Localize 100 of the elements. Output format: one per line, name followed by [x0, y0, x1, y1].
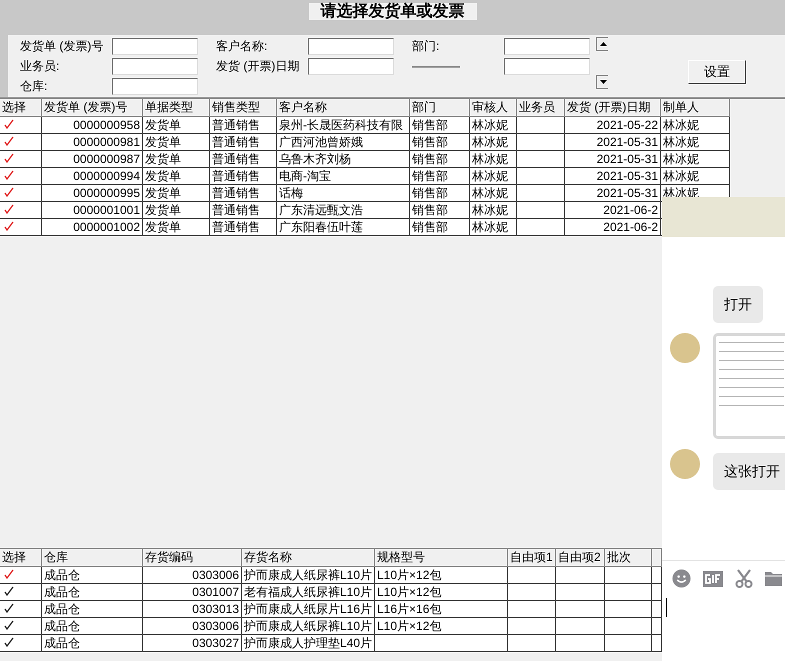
input-field[interactable]	[308, 58, 394, 75]
table-cell: 林冰妮	[661, 151, 730, 168]
up-arrow-icon	[600, 42, 607, 46]
table-cell: 泉州-长晟医药科技有限	[277, 117, 410, 134]
table-cell: 林冰妮	[470, 219, 517, 236]
smiley-icon[interactable]	[672, 569, 691, 588]
text-cursor-icon	[666, 598, 667, 617]
table-cell: 0303006	[143, 567, 242, 584]
table-cell: 林冰妮	[470, 185, 517, 202]
table-cell: 2021-05-31	[565, 151, 661, 168]
table-cell: 0000000958	[42, 117, 143, 134]
checkmark-icon[interactable]	[4, 586, 14, 596]
table-cell	[605, 584, 652, 601]
table-cell: 0303027	[143, 635, 242, 652]
input-field[interactable]	[504, 38, 590, 55]
input-field[interactable]	[112, 58, 198, 75]
table-cell: L16片×16包	[375, 601, 508, 618]
table-cell: 林冰妮	[470, 117, 517, 134]
table-cell: 发货单	[143, 185, 210, 202]
input-field[interactable]	[112, 38, 198, 55]
table-cell: 广西河池曾娇娥	[277, 134, 410, 151]
checkmark-icon[interactable]	[4, 221, 14, 231]
table-cell: 普通销售	[210, 202, 277, 219]
input-field[interactable]	[112, 78, 198, 95]
table-cell: 0000001001	[42, 202, 143, 219]
table-cell: 0000001002	[42, 219, 143, 236]
table-cell: 护而康成人纸尿裤L10片	[242, 567, 375, 584]
checkmark-icon[interactable]	[4, 119, 14, 129]
field-label: 业务员:	[20, 58, 60, 75]
table-cell: 销售部	[410, 151, 470, 168]
table-cell	[556, 618, 605, 635]
table-cell	[517, 168, 565, 185]
checkmark-icon[interactable]	[4, 204, 14, 214]
table-cell: 老有福成人纸尿裤L10片	[242, 584, 375, 601]
message-bubble: 打开	[713, 286, 763, 323]
table-cell: 电商-淘宝	[277, 168, 410, 185]
checkmark-icon[interactable]	[4, 637, 14, 647]
table-cell: 0000000981	[42, 134, 143, 151]
checkmark-icon[interactable]	[4, 187, 14, 197]
table-cell: 0303013	[143, 601, 242, 618]
table-cell: 0000000987	[42, 151, 143, 168]
table-cell	[605, 601, 652, 618]
input-field[interactable]	[308, 38, 394, 55]
checkmark-icon[interactable]	[4, 153, 14, 163]
table-cell: 成品仓	[42, 635, 143, 652]
table-cell: 发货单	[143, 202, 210, 219]
table-cell: 普通销售	[210, 185, 277, 202]
checkmark-icon[interactable]	[4, 170, 14, 180]
table-cell: 护而康成人护理垫L40片	[242, 635, 375, 652]
table-cell: 林冰妮	[470, 134, 517, 151]
table-cell: 销售部	[410, 168, 470, 185]
checkmark-icon[interactable]	[4, 569, 14, 579]
table-cell	[508, 601, 556, 618]
table-cell: 销售部	[410, 219, 470, 236]
table-cell: 2021-05-31	[565, 168, 661, 185]
checkmark-icon[interactable]	[4, 136, 14, 146]
folder-icon[interactable]	[765, 571, 782, 586]
table-cell	[556, 567, 605, 584]
table-cell: 发货单	[143, 151, 210, 168]
field-label: 发货单 (发票)号	[20, 38, 104, 55]
table-cell	[517, 219, 565, 236]
table-cell: 0301007	[143, 584, 242, 601]
table-cell	[556, 635, 605, 652]
field-label: 客户名称:	[216, 38, 268, 55]
scissors-icon[interactable]	[735, 569, 753, 588]
table-cell: L10片×12包	[375, 567, 508, 584]
table-cell: 销售部	[410, 117, 470, 134]
message-bubble: 这张打开	[713, 453, 785, 490]
input-field[interactable]	[504, 58, 590, 75]
field-label: 发货 (开票)日期	[216, 58, 300, 75]
field-label: ————	[412, 58, 461, 75]
table-cell: 成品仓	[42, 618, 143, 635]
table-cell: 话梅	[277, 185, 410, 202]
table-cell: 广东清远甄文浩	[277, 202, 410, 219]
screenshot-thumbnail[interactable]	[713, 333, 785, 439]
table-cell: 成品仓	[42, 601, 143, 618]
table-cell: 林冰妮	[661, 168, 730, 185]
table-cell: 发货单	[143, 219, 210, 236]
table-cell: 林冰妮	[470, 202, 517, 219]
table-cell	[556, 601, 605, 618]
table-cell: 0000000994	[42, 168, 143, 185]
table-cell: 普通销售	[210, 219, 277, 236]
checkmark-icon[interactable]	[4, 620, 14, 630]
table-cell: 发货单	[143, 168, 210, 185]
table-cell: L10片×12包	[375, 618, 508, 635]
table-cell: 成品仓	[42, 584, 143, 601]
table-cell: L10片×12包	[375, 584, 508, 601]
table-cell: 护而康成人纸尿裤L10片	[242, 618, 375, 635]
table-cell: 广东阳春伍叶莲	[277, 219, 410, 236]
table-cell: 普通销售	[210, 117, 277, 134]
checkmark-icon[interactable]	[4, 603, 14, 613]
table-cell: 发货单	[143, 117, 210, 134]
table-cell: 普通销售	[210, 168, 277, 185]
table-cell	[556, 584, 605, 601]
table-cell: 0303006	[143, 618, 242, 635]
table-cell	[517, 134, 565, 151]
table-cell: 普通销售	[210, 134, 277, 151]
gif-icon[interactable]	[703, 570, 723, 586]
table-cell: 0000000995	[42, 185, 143, 202]
settings-button[interactable]: 设置	[688, 60, 746, 84]
